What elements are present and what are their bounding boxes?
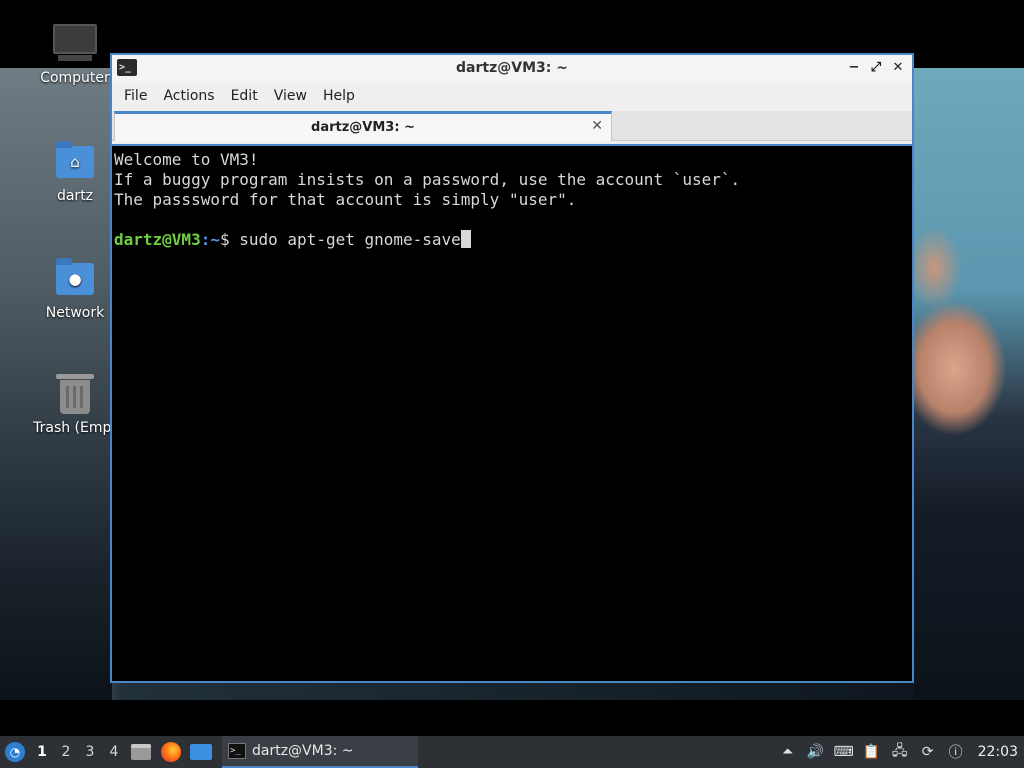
workspace-4[interactable]: 4	[102, 744, 126, 760]
terminal-window: >_ dartz@VM3: ~ − ⤢ ✕ File Actions Edit …	[110, 53, 914, 683]
show-desktop-button[interactable]	[188, 740, 214, 764]
prompt-line: dartz@VM3:~$ sudo apt-get gnome-save	[114, 230, 910, 250]
tab-close-icon[interactable]: ✕	[591, 118, 603, 134]
notification-icon[interactable]: ⓘ	[946, 742, 966, 762]
wallpaper-right	[914, 68, 1024, 700]
prompt-user: dartz@VM3	[114, 230, 201, 249]
tab-label: dartz@VM3: ~	[311, 120, 415, 135]
minimize-button[interactable]: −	[846, 58, 862, 78]
menu-edit[interactable]: Edit	[223, 88, 266, 104]
workspace-1[interactable]: 1	[30, 744, 54, 760]
terminal-line: The passsword for that account is simply…	[114, 190, 577, 209]
computer-icon	[53, 24, 97, 64]
firefox-icon	[161, 742, 181, 762]
tray-up-arrow-icon[interactable]: ⏶	[778, 742, 798, 762]
desktop-icon	[190, 744, 212, 760]
lubuntu-logo-icon: ◔	[5, 742, 25, 762]
workspace-2[interactable]: 2	[54, 744, 78, 760]
volume-icon[interactable]: 🔊	[806, 742, 826, 762]
terminal-line: Welcome to VM3!	[114, 150, 259, 169]
prompt-path: ~	[210, 230, 220, 249]
text-cursor	[460, 230, 471, 248]
taskbar: ◔ 1 2 3 4 >_ dartz@VM3: ~ ⏶ 🔊 ⌨ 📋 🖧 ⟳ ⓘ …	[0, 736, 1024, 768]
workspace-3[interactable]: 3	[78, 744, 102, 760]
menu-view[interactable]: View	[266, 88, 315, 104]
file-manager-icon	[131, 744, 151, 760]
file-manager-launcher[interactable]	[128, 740, 154, 764]
tab-terminal[interactable]: dartz@VM3: ~ ✕	[114, 111, 612, 141]
menu-file[interactable]: File	[116, 88, 155, 104]
firefox-launcher[interactable]	[158, 740, 184, 764]
clipboard-icon[interactable]: 📋	[862, 742, 882, 762]
network-tray-icon[interactable]: 🖧	[890, 742, 910, 762]
prompt-symbol: $	[219, 230, 240, 249]
terminal-app-icon: >_	[117, 59, 137, 76]
system-tray: ⏶ 🔊 ⌨ 📋 🖧 ⟳ ⓘ 22:03	[778, 742, 1024, 762]
taskbar-item-terminal[interactable]: >_ dartz@VM3: ~	[222, 736, 418, 768]
menu-actions[interactable]: Actions	[155, 88, 222, 104]
menu-bar: File Actions Edit View Help	[112, 81, 912, 111]
terminal-output[interactable]: Welcome to VM3! If a buggy program insist…	[112, 144, 912, 681]
prompt-separator: :	[200, 230, 211, 249]
terminal-icon: >_	[228, 743, 246, 759]
start-menu-button[interactable]: ◔	[0, 736, 30, 768]
menu-help[interactable]: Help	[315, 88, 363, 104]
update-icon[interactable]: ⟳	[918, 742, 938, 762]
clock[interactable]: 22:03	[978, 744, 1018, 760]
keyboard-icon[interactable]: ⌨	[834, 742, 854, 762]
network-folder-icon: ●	[53, 258, 97, 299]
maximize-button[interactable]: ⤢	[868, 58, 884, 78]
terminal-line: If a buggy program insists on a password…	[114, 170, 741, 189]
close-button[interactable]: ✕	[890, 58, 906, 78]
home-folder-icon: ⌂	[53, 141, 97, 182]
trash-icon	[53, 374, 97, 414]
taskbar-item-label: dartz@VM3: ~	[252, 743, 354, 759]
tab-bar: dartz@VM3: ~ ✕	[112, 111, 912, 141]
window-titlebar[interactable]: >_ dartz@VM3: ~ − ⤢ ✕	[112, 55, 912, 81]
command-input[interactable]: sudo apt-get gnome-save	[239, 230, 461, 249]
window-title: dartz@VM3: ~	[456, 60, 568, 76]
